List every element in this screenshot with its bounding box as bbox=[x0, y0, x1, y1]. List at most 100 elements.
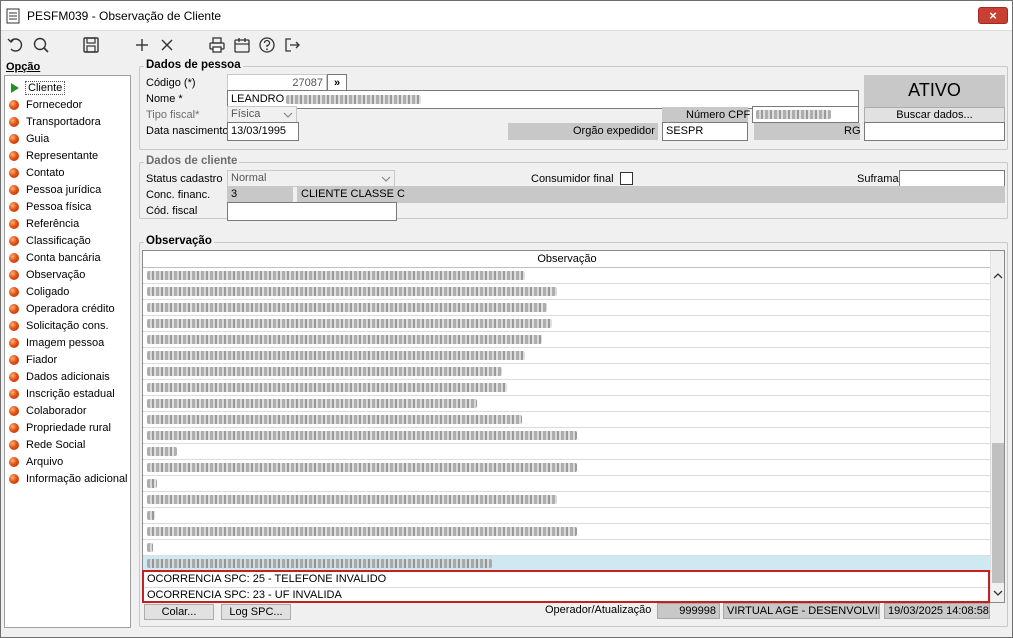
status-cadastro-select[interactable]: Normal bbox=[227, 170, 395, 187]
sidebar-item-conta-bancaria[interactable]: Conta bancária bbox=[9, 249, 101, 266]
table-row[interactable] bbox=[143, 316, 991, 332]
bullet-icon bbox=[9, 456, 19, 467]
suframa-label: Suframa bbox=[857, 173, 899, 185]
sidebar-item-colaborador[interactable]: Colaborador bbox=[9, 402, 87, 419]
suframa-field[interactable] bbox=[899, 170, 1005, 187]
sidebar-item-classificacao[interactable]: Classificação bbox=[9, 232, 91, 249]
exit-icon bbox=[285, 38, 300, 52]
table-row[interactable] bbox=[143, 540, 991, 556]
bullet-icon bbox=[9, 473, 19, 484]
table-row[interactable] bbox=[143, 444, 991, 460]
sidebar-item-informacao-adicional[interactable]: Informação adicional bbox=[9, 470, 128, 487]
help-button[interactable] bbox=[257, 35, 277, 55]
table-row[interactable] bbox=[143, 460, 991, 476]
tipo-fiscal-value: Física bbox=[231, 108, 261, 120]
sidebar-item-pessoa-fisica[interactable]: Pessoa física bbox=[9, 198, 91, 215]
sidebar-item-label: Informação adicional bbox=[26, 472, 128, 485]
close-icon: × bbox=[989, 8, 997, 23]
table-row[interactable] bbox=[143, 396, 991, 412]
rg-label: RG bbox=[844, 125, 861, 137]
search-button[interactable] bbox=[31, 35, 51, 55]
sidebar-item-operadora-credito[interactable]: Operadora crédito bbox=[9, 300, 115, 317]
numero-cpf-field[interactable] bbox=[752, 106, 859, 123]
close-button[interactable]: × bbox=[978, 7, 1008, 24]
table-row[interactable] bbox=[143, 348, 991, 364]
sidebar-heading: Opção bbox=[6, 61, 41, 73]
table-row[interactable] bbox=[143, 428, 991, 444]
table-row[interactable] bbox=[143, 412, 991, 428]
chevron-down-icon bbox=[283, 112, 293, 118]
tipo-fiscal-select[interactable]: Física bbox=[227, 106, 297, 123]
save-icon bbox=[83, 37, 99, 53]
sidebar-item-imagem-pessoa[interactable]: Imagem pessoa bbox=[9, 334, 104, 351]
sidebar-item-guia[interactable]: Guia bbox=[9, 130, 49, 147]
delete-button[interactable] bbox=[157, 35, 177, 55]
calendar-button[interactable] bbox=[232, 35, 252, 55]
table-row[interactable] bbox=[143, 300, 991, 316]
cod-fiscal-label: Cód. fiscal bbox=[146, 205, 198, 217]
print-button[interactable] bbox=[207, 35, 227, 55]
orgao-expedidor-field[interactable]: SESPR bbox=[662, 122, 748, 141]
bullet-icon bbox=[9, 269, 19, 280]
conc-financ-code-field[interactable]: 3 bbox=[227, 186, 293, 203]
data-nascimento-field[interactable]: 13/03/1995 bbox=[227, 122, 299, 141]
sidebar-item-label: Fornecedor bbox=[26, 98, 83, 111]
sidebar-item-solicitacao-cons[interactable]: Solicitação cons. bbox=[9, 317, 109, 334]
rg-field[interactable] bbox=[864, 122, 1005, 141]
redacted-text bbox=[147, 558, 492, 568]
sidebar-item-referencia[interactable]: Referência bbox=[9, 215, 79, 232]
sidebar-item-representante[interactable]: Representante bbox=[9, 147, 98, 164]
bullet-icon bbox=[9, 201, 19, 212]
delete-icon bbox=[161, 39, 173, 51]
bullet-icon bbox=[9, 405, 19, 416]
table-row[interactable] bbox=[143, 332, 991, 348]
redacted-text bbox=[147, 318, 552, 328]
redacted-text bbox=[286, 94, 422, 104]
grid-scrollbar[interactable] bbox=[990, 251, 1004, 602]
table-row[interactable] bbox=[143, 268, 991, 284]
help-icon bbox=[259, 37, 275, 53]
table-row[interactable] bbox=[143, 364, 991, 380]
exit-button[interactable] bbox=[282, 35, 302, 55]
sidebar-item-transportadora[interactable]: Transportadora bbox=[9, 113, 101, 130]
table-row[interactable] bbox=[143, 284, 991, 300]
cod-fiscal-field[interactable] bbox=[227, 202, 397, 221]
print-icon bbox=[209, 37, 225, 53]
sidebar-item-inscricao-estadual[interactable]: Inscrição estadual bbox=[9, 385, 115, 402]
sidebar-item-propriedade-rural[interactable]: Propriedade rural bbox=[9, 419, 111, 436]
sidebar-item-arquivo[interactable]: Arquivo bbox=[9, 453, 63, 470]
table-row[interactable] bbox=[143, 492, 991, 508]
table-row[interactable] bbox=[143, 476, 991, 492]
sidebar-item-rede-social[interactable]: Rede Social bbox=[9, 436, 85, 453]
grid-column-header[interactable]: Observação bbox=[143, 251, 991, 268]
sidebar-item-cliente[interactable]: Cliente bbox=[9, 79, 66, 96]
chevron-down-icon[interactable] bbox=[993, 588, 1003, 598]
sidebar-item-label: Colaborador bbox=[26, 404, 87, 417]
bullet-icon bbox=[9, 218, 19, 229]
chevron-up-icon[interactable] bbox=[993, 271, 1003, 281]
redacted-text bbox=[147, 542, 153, 552]
save-button[interactable] bbox=[81, 35, 101, 55]
sidebar-item-pessoa-juridica[interactable]: Pessoa jurídica bbox=[9, 181, 101, 198]
sidebar-item-fornecedor[interactable]: Fornecedor bbox=[9, 96, 82, 113]
sidebar-item-coligado[interactable]: Coligado bbox=[9, 283, 69, 300]
table-row[interactable] bbox=[143, 380, 991, 396]
log-spc-button[interactable]: Log SPC... bbox=[221, 604, 291, 620]
observacao-grid[interactable]: Observação OCORRENCIA SPC: 25 - TELEFONE… bbox=[142, 250, 1005, 603]
sidebar-item-observacao[interactable]: Observação bbox=[9, 266, 85, 283]
sidebar-item-dados-adicionais[interactable]: Dados adicionais bbox=[9, 368, 110, 385]
consumidor-final-checkbox[interactable] bbox=[620, 172, 633, 185]
table-row[interactable] bbox=[143, 508, 991, 524]
buscar-dados-button[interactable]: Buscar dados... bbox=[864, 107, 1005, 123]
sidebar-item-fiador[interactable]: Fiador bbox=[9, 351, 57, 368]
add-button[interactable] bbox=[132, 35, 152, 55]
sidebar: Cliente Fornecedor Transportadora Guia R… bbox=[4, 75, 131, 628]
colar-button[interactable]: Colar... bbox=[144, 604, 214, 620]
sidebar-item-label: Classificação bbox=[26, 234, 91, 247]
bullet-icon bbox=[9, 150, 19, 161]
table-row[interactable] bbox=[143, 524, 991, 540]
sidebar-item-contato[interactable]: Contato bbox=[9, 164, 65, 181]
redacted-text bbox=[756, 109, 831, 119]
undo-button[interactable] bbox=[6, 35, 26, 55]
scrollbar-thumb[interactable] bbox=[992, 443, 1004, 583]
